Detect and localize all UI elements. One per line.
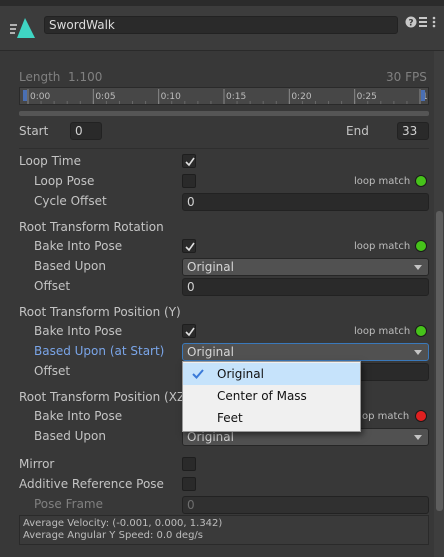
root-rotation-based-upon-label: Based Upon (34, 259, 106, 273)
scrollbar-track[interactable] (434, 51, 444, 557)
clip-name-field[interactable]: SwordWalk (44, 16, 398, 34)
loop-match-label: op match (362, 411, 410, 422)
length-value: 1.100 (68, 70, 103, 84)
end-label: End (346, 124, 369, 138)
timeline-tick-label: 0:20 (291, 92, 311, 102)
animation-clip-icon (10, 18, 35, 38)
loop-match-indicator (415, 240, 427, 252)
end-field[interactable]: 33 (397, 122, 429, 140)
additive-reference-pose-checkbox[interactable] (182, 477, 196, 491)
root-position-xz-based-upon-label: Based Upon (34, 429, 106, 443)
pose-frame-label: Pose Frame (34, 497, 103, 511)
timeline-tick-label: 0:05 (95, 92, 115, 102)
loop-match-indicator (415, 410, 427, 422)
chevron-down-icon (414, 350, 422, 355)
dropdown-option-center-of-mass[interactable]: Center of Mass (183, 385, 360, 407)
loop-match-label: loop match (354, 176, 411, 187)
checkmark-icon (185, 157, 195, 167)
dropdown-option-label: Center of Mass (217, 389, 307, 403)
pose-frame-field: 0 (182, 496, 429, 514)
timeline-tick-label: 0:10 (161, 92, 181, 102)
root-rotation-bake-checkbox[interactable] (182, 239, 196, 253)
dropdown-option-label: Feet (217, 411, 243, 425)
question-mark-icon[interactable]: ? (405, 16, 417, 28)
root-rotation-offset-field[interactable]: 0 (182, 278, 429, 296)
dropdown-value: Original (187, 430, 234, 444)
divider (19, 148, 429, 149)
loop-match-indicator (415, 175, 427, 187)
timeline-tick-label: 0:25 (357, 92, 377, 102)
root-position-y-based-upon-label: Based Upon (at Start) (34, 344, 165, 358)
dropdown-option-original[interactable]: Original (183, 363, 360, 385)
fps-label: 30 FPS (386, 70, 427, 84)
based-upon-dropdown-menu: Original Center of Mass Feet (182, 361, 361, 432)
root-rotation-bake-label: Bake Into Pose (34, 239, 123, 253)
mirror-label: Mirror (19, 457, 55, 471)
length-label: Length (19, 70, 61, 84)
checkmark-icon (192, 369, 204, 379)
chevron-down-icon (414, 265, 422, 270)
root-position-xz-section-label: Root Transform Position (XZ) (19, 390, 190, 404)
timeline-end-marker[interactable] (421, 90, 425, 101)
loop-pose-checkbox[interactable] (182, 174, 196, 188)
chevron-down-icon (414, 435, 422, 440)
svg-text:?: ? (408, 19, 413, 29)
root-position-y-based-upon-dropdown[interactable]: Original (182, 343, 429, 361)
root-position-y-section-label: Root Transform Position (Y) (19, 305, 181, 319)
root-rotation-offset-label: Offset (34, 279, 71, 293)
timeline-ruler[interactable]: 0:000:050:100:150:200:251:00 (19, 87, 429, 105)
timeline-ruler-ticks: 0:000:050:100:150:200:251:00 (27, 89, 428, 104)
start-label: Start (19, 124, 49, 138)
root-position-xz-bake-label: Bake Into Pose (34, 409, 123, 423)
loop-time-label: Loop Time (19, 154, 81, 168)
root-rotation-section-label: Root Transform Rotation (19, 220, 164, 234)
kebab-menu-icon[interactable] (430, 16, 438, 28)
loop-match-label: loop match (354, 326, 411, 337)
cycle-offset-field[interactable]: 0 (182, 193, 429, 211)
checkmark-icon (185, 242, 195, 252)
inspector-header: SwordWalk ? (0, 6, 444, 51)
dropdown-value: Original (187, 260, 234, 274)
average-angular-speed-text: Average Angular Y Speed: 0.0 deg/s (23, 530, 203, 541)
root-rotation-based-upon-dropdown[interactable]: Original (182, 258, 429, 276)
timeline-start-marker[interactable] (23, 90, 27, 101)
timeline-scrollbar[interactable] (19, 111, 429, 116)
average-velocity-text: Average Velocity: (-0.001, 0.000, 1.342) (23, 518, 223, 529)
timeline-tick-label: 0:15 (226, 92, 246, 102)
preset-sliders-icon[interactable] (418, 16, 428, 28)
start-field[interactable]: 0 (70, 122, 102, 140)
additive-reference-pose-label: Additive Reference Pose (19, 477, 164, 491)
scrollbar-thumb[interactable] (436, 211, 443, 511)
root-position-y-bake-label: Bake Into Pose (34, 324, 123, 338)
loop-time-checkbox[interactable] (182, 154, 196, 168)
checkmark-icon (185, 327, 195, 337)
root-position-y-offset-label: Offset (34, 364, 71, 378)
loop-pose-label: Loop Pose (34, 174, 95, 188)
dropdown-value: Original (187, 345, 234, 359)
cycle-offset-label: Cycle Offset (34, 194, 107, 208)
mirror-checkbox[interactable] (182, 457, 196, 471)
info-box: Average Velocity: (-0.001, 0.000, 1.342)… (19, 515, 429, 545)
loop-match-label: loop match (354, 241, 411, 252)
dropdown-option-feet[interactable]: Feet (183, 407, 360, 429)
timeline-tick-label: 0:00 (30, 92, 50, 102)
root-position-y-bake-checkbox[interactable] (182, 324, 196, 338)
loop-match-indicator (415, 325, 427, 337)
dropdown-option-label: Original (217, 367, 264, 381)
